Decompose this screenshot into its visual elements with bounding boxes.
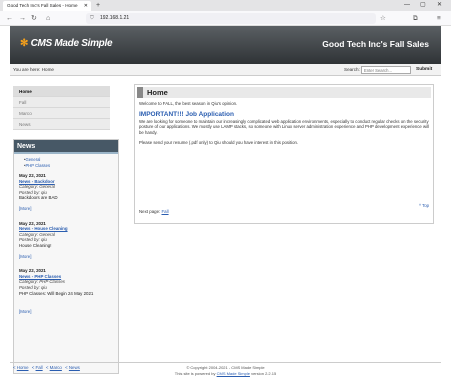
bookmark-icon[interactable]: ☆ (380, 13, 386, 24)
main-content: Home Welcome to FALL, the best season in… (134, 84, 434, 224)
shield-icon: ⛉ (90, 15, 94, 21)
home-icon[interactable]: ⌂ (46, 13, 50, 24)
tab-title: Good Tech Inc's Fall Sales - Home (7, 3, 78, 8)
forward-icon[interactable]: → (19, 13, 26, 24)
browser-nav-bar: ← → ↻ ⌂ ⛉ 192.168.1.21 ☆ ⧉ ≡ (0, 11, 451, 26)
page-title: Home (137, 87, 431, 98)
browser-tab-bar: Good Tech Inc's Fall Sales - Home ✕ + — … (0, 0, 451, 11)
news-more-link[interactable]: [More] (19, 309, 114, 315)
tab-close-icon[interactable]: ✕ (84, 1, 88, 11)
new-tab-icon[interactable]: + (96, 0, 100, 11)
site-name: Good Tech Inc's Fall Sales (322, 39, 429, 49)
job-description: We are looking for someone to maintain o… (139, 118, 429, 135)
powered-link[interactable]: CMS Made Simple (217, 371, 250, 376)
next-page: Next page: Fall (139, 209, 169, 214)
page-margin (441, 26, 451, 384)
breadcrumb-prefix: You are here: (13, 67, 41, 72)
maximize-icon[interactable]: ▢ (420, 0, 426, 11)
job-heading: IMPORTANT!!! Job Application (139, 110, 234, 118)
minimize-icon[interactable]: — (404, 0, 410, 11)
breadcrumb-bar: You are here: Home Search: Submit (10, 64, 441, 76)
sidebar-menu: Home Fall Marco News (13, 86, 110, 130)
news-heading: News (14, 140, 118, 154)
site-footer: < Home < Fall < Marco < News © Copyright… (10, 362, 441, 382)
search-label: Search: (344, 67, 360, 72)
site-logo[interactable]: ✻ CMS Made Simple (20, 38, 113, 49)
web-page: ✻ CMS Made Simple Good Tech Inc's Fall S… (10, 26, 441, 384)
site-header: ✻ CMS Made Simple Good Tech Inc's Fall S… (10, 26, 441, 64)
breadcrumb-current: Home (41, 67, 54, 72)
next-page-link[interactable]: Fall (161, 209, 168, 214)
app-menu-icon[interactable]: ≡ (437, 13, 441, 24)
close-window-icon[interactable]: ✕ (437, 0, 442, 11)
powered-by: This site is powered by CMS Made Simple … (10, 371, 441, 377)
search-submit-button[interactable]: Submit (416, 66, 432, 74)
extensions-icon[interactable]: ⧉ (413, 13, 418, 24)
url-bar[interactable]: ⛉ 192.168.1.21 (86, 13, 376, 24)
back-icon[interactable]: ← (6, 13, 13, 24)
powered-suffix: version 2.2.15 (251, 370, 277, 376)
menu-item-fall[interactable]: Fall (13, 97, 110, 108)
logo-text: CMS Made Simple (30, 38, 113, 49)
breadcrumb: You are here: Home (13, 64, 54, 76)
menu-item-news[interactable]: News (13, 119, 110, 130)
footer-copyright: © Copyright 2004-2021 - CMS Made Simple … (10, 365, 441, 376)
news-item: May 22, 2021 News - PHP Classes Category… (14, 268, 118, 315)
reload-icon[interactable]: ↻ (31, 13, 37, 24)
url-text: 192.168.1.21 (100, 15, 130, 21)
browser-tab[interactable]: Good Tech Inc's Fall Sales - Home ✕ (3, 1, 91, 11)
search-input[interactable] (361, 66, 411, 74)
news-item: May 22, 2021 News - Backdoor Category: G… (14, 173, 118, 212)
news-categories: General PHP Classes (14, 154, 118, 168)
news-item: May 22, 2021 News - House Cleaning Categ… (14, 221, 118, 260)
back-to-top-link[interactable]: ^ Top (419, 203, 429, 208)
job-contact-text: Please send your resume (.pdf only) to Q… (139, 140, 299, 146)
news-box: News General PHP Classes May 22, 2021 Ne… (13, 139, 119, 374)
powered-prefix: This site is powered by (174, 370, 216, 376)
menu-item-home[interactable]: Home (13, 86, 110, 97)
gear-icon: ✻ (20, 38, 29, 49)
menu-item-marco[interactable]: Marco (13, 108, 110, 119)
next-page-label: Next page: (139, 209, 161, 214)
